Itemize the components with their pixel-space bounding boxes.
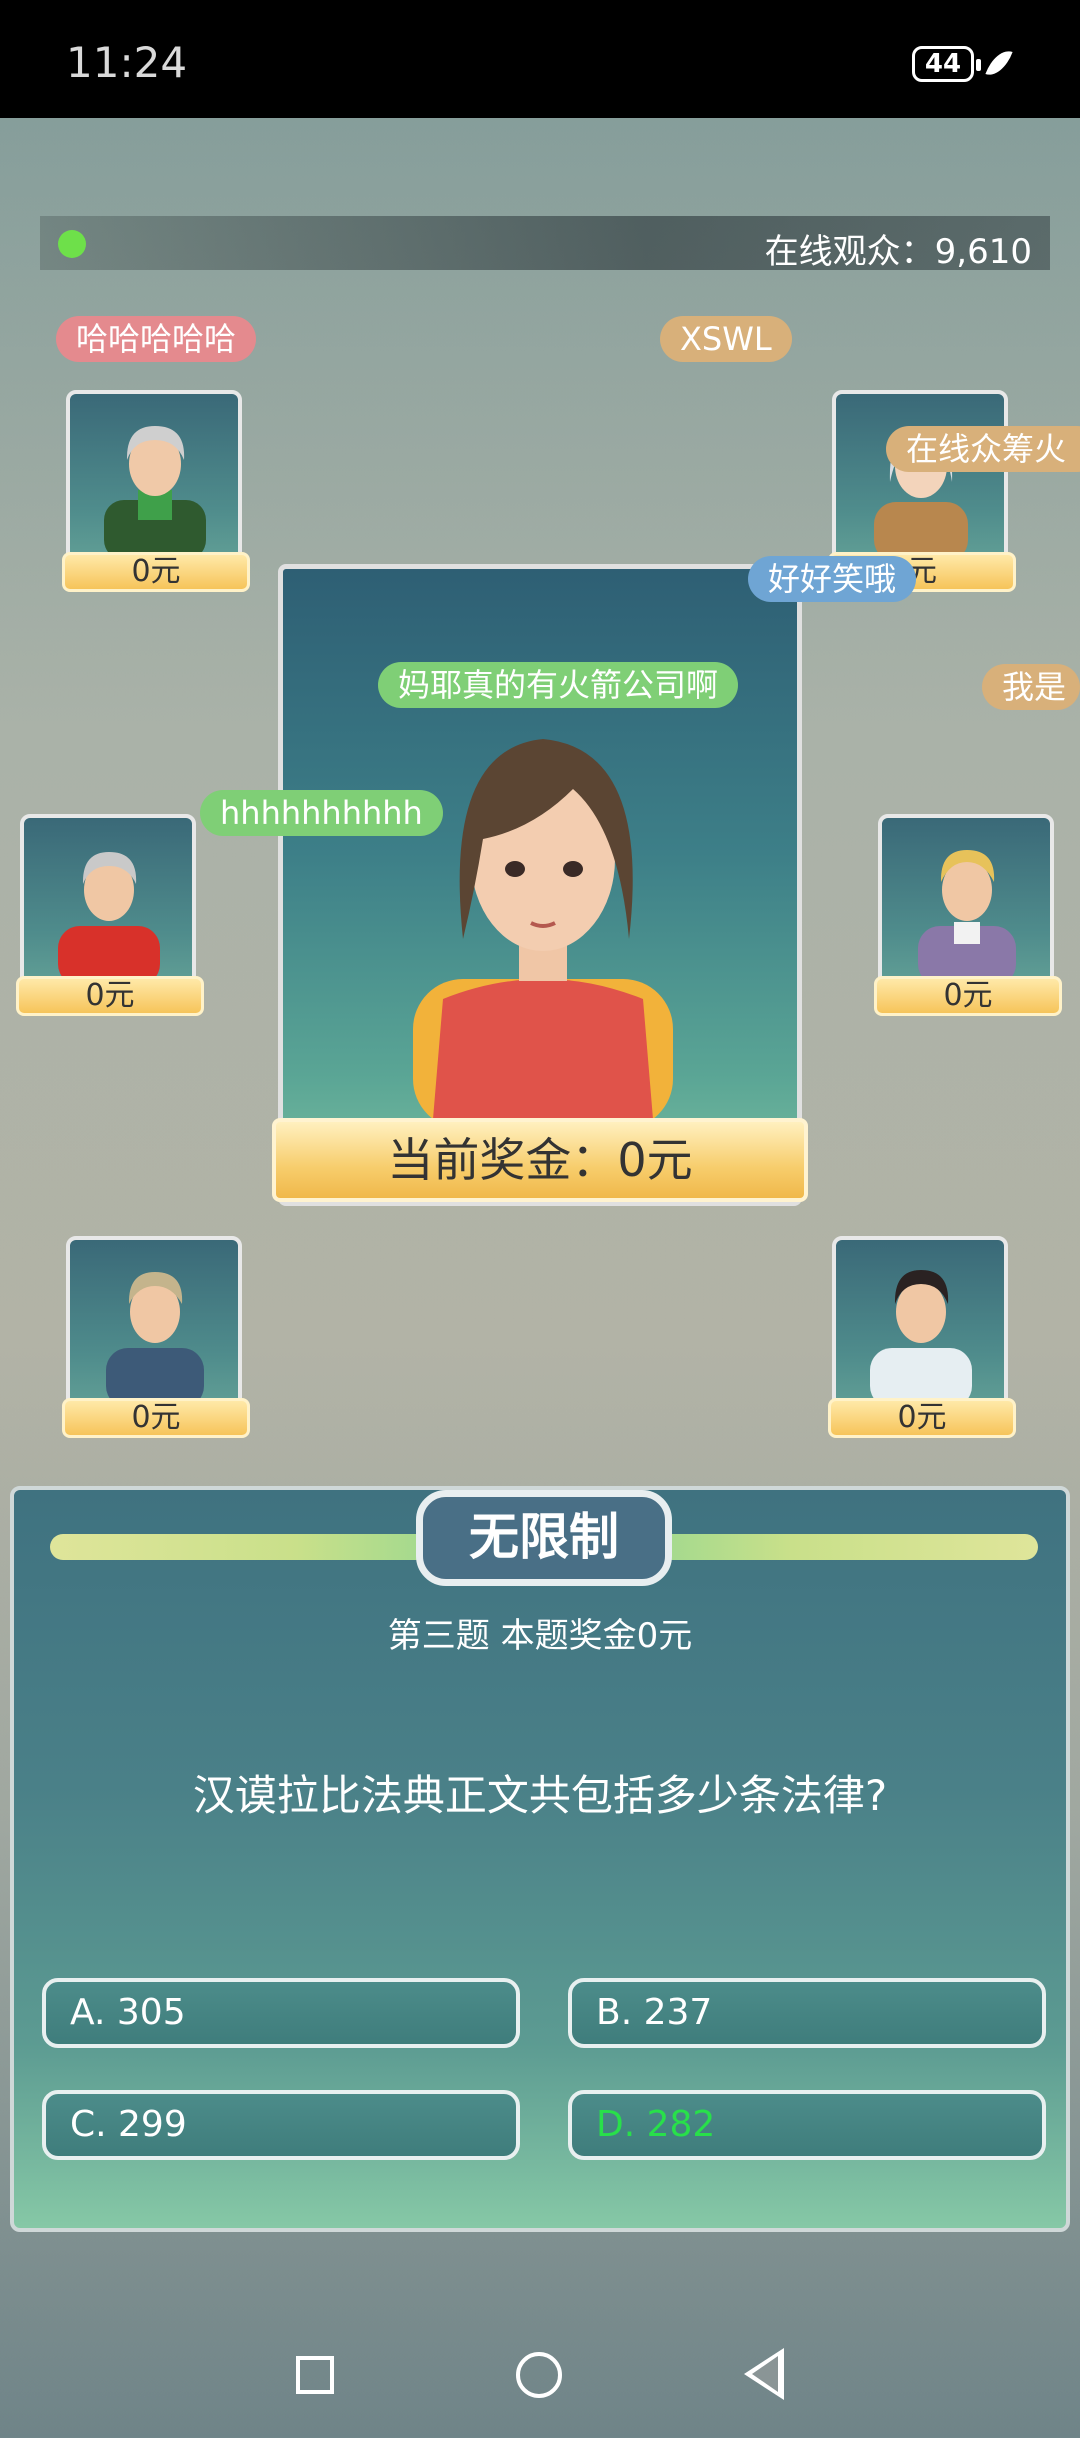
danmaku-bubble: 好好笑哦 <box>748 556 917 602</box>
danmaku-bubble: 我是 <box>982 664 1080 710</box>
contestant-avatar-icon <box>106 1272 204 1398</box>
danmaku-bubble: 哈哈哈哈哈 <box>56 316 257 362</box>
recent-apps-icon[interactable] <box>296 2356 334 2394</box>
viewer-bar: 在线观众：9,610 <box>40 216 1050 272</box>
answer-button-c[interactable]: C. 299 <box>42 2090 520 2160</box>
answer-button-b[interactable]: B. 237 <box>568 1978 1046 2048</box>
system-nav-bar <box>0 2300 1080 2438</box>
contestant-avatar-icon <box>58 852 160 976</box>
contestant-money: 0元 <box>62 1398 250 1438</box>
contestant-money: 0元 <box>16 976 204 1016</box>
danmaku-bubble: 在线众筹火 <box>886 426 1080 472</box>
battery-icon: 44 <box>912 46 981 82</box>
contestant-card-3[interactable]: 0元 <box>16 814 204 1016</box>
contestant-card-4[interactable]: 0元 <box>874 814 1062 1016</box>
clock: 11:24 <box>66 38 188 87</box>
contestant-avatar-icon <box>104 426 206 552</box>
answer-button-d[interactable]: D. 282 <box>568 2090 1046 2160</box>
live-indicator-icon <box>58 230 86 258</box>
home-icon[interactable] <box>516 2352 562 2398</box>
question-number: 第三题 本题奖金0元 <box>387 1616 693 1656</box>
status-bar: 11:24 44 <box>0 0 1080 118</box>
host-panel <box>278 564 802 1206</box>
contestant-avatar-icon <box>918 850 1016 976</box>
battery-saver-icon <box>985 45 1013 81</box>
contestant-card-1[interactable]: 0元 <box>62 390 250 592</box>
host-character-icon <box>413 739 673 1119</box>
mode-badge: 无限制 <box>416 1490 672 1586</box>
danmaku-bubble: XSWL <box>660 316 792 362</box>
current-prize: 当前奖金：0元 <box>272 1118 808 1202</box>
question-panel: 无限制 第三题 本题奖金0元 汉谟拉比法典正文共包括多少条法律? A. 305 … <box>10 1486 1070 2232</box>
back-icon[interactable] <box>744 2348 784 2400</box>
question-text: 汉谟拉比法典正文共包括多少条法律? <box>192 1771 888 1820</box>
viewer-count: 在线观众：9,610 <box>764 232 1032 272</box>
contestant-money: 0元 <box>874 976 1062 1016</box>
contestant-card-6[interactable]: 0元 <box>828 1236 1016 1438</box>
contestant-card-5[interactable]: 0元 <box>62 1236 250 1438</box>
danmaku-bubble: hhhhhhhhhh <box>200 790 443 836</box>
contestant-money: 0元 <box>62 552 250 592</box>
answer-button-a[interactable]: A. 305 <box>42 1978 520 2048</box>
contestant-money: 0元 <box>828 1398 1016 1438</box>
contestant-avatar-icon <box>870 1270 972 1398</box>
danmaku-bubble: 妈耶真的有火箭公司啊 <box>378 662 739 708</box>
